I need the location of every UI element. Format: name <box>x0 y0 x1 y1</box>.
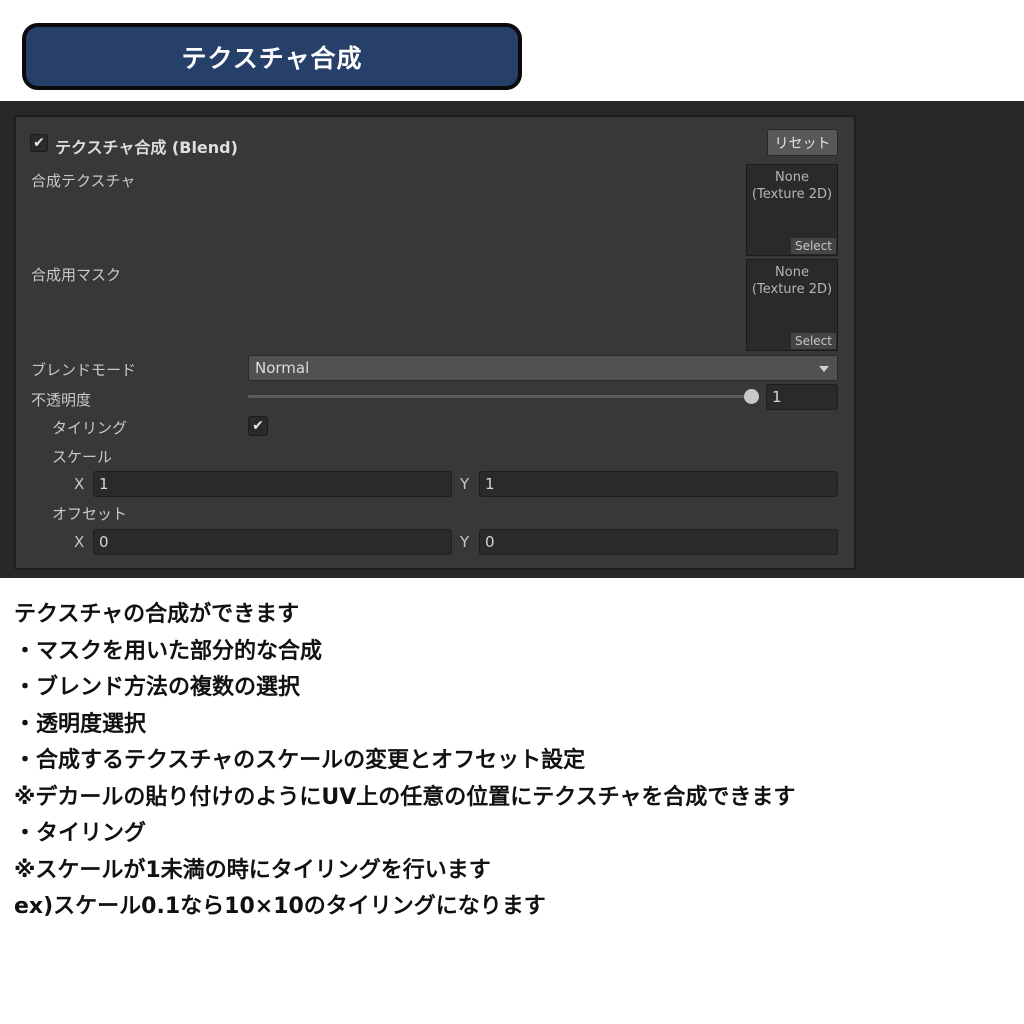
scale-x-input[interactable]: 1 <box>93 471 452 497</box>
chevron-down-icon <box>819 366 829 372</box>
description-line: ※スケールが1未満の時にタイリングを行います <box>14 857 491 883</box>
tiling-checkbox[interactable]: ✔ <box>248 416 268 436</box>
inspector-panel <box>14 115 856 570</box>
description-line: ※デカールの貼り付けのようにUV上の任意の位置にテクスチャを合成できます <box>14 784 796 810</box>
checkmark-icon: ✔ <box>252 418 264 434</box>
component-enable-checkbox[interactable]: ✔ <box>30 134 48 152</box>
component-title: テクスチャ合成 (Blend) <box>55 138 238 157</box>
reset-button[interactable]: リセット <box>767 129 838 156</box>
blend-texture-select-button[interactable]: Select <box>790 238 836 254</box>
blend-mode-value: Normal <box>255 359 310 377</box>
offset-x-label: X <box>74 533 85 551</box>
description-line: ・合成するテクスチャのスケールの変更とオフセット設定 <box>14 748 586 773</box>
description-line: ・タイリング <box>14 821 147 846</box>
blend-mode-dropdown[interactable]: Normal <box>248 355 838 381</box>
offset-y-input[interactable]: 0 <box>479 529 838 555</box>
opacity-slider-track[interactable] <box>248 395 754 398</box>
mask-texture-slot[interactable]: None (Texture 2D) Select <box>746 259 838 351</box>
page-title: テクスチャ合成 <box>181 43 363 73</box>
page: テクスチャ合成 ✔ テクスチャ合成 (Blend) リセット 合成テクスチャ N… <box>0 0 1024 1024</box>
description-line: ・ブレンド方法の複数の選択 <box>14 675 301 700</box>
reset-button-label: リセット <box>774 135 831 152</box>
scale-y-label: Y <box>460 475 470 493</box>
scale-y-input[interactable]: 1 <box>479 471 838 497</box>
mask-texture-select-button[interactable]: Select <box>790 333 836 349</box>
description-line: ・透明度選択 <box>14 711 147 737</box>
blend-texture-label: 合成テクスチャ <box>31 172 136 190</box>
mask-texture-slot-text: None (Texture 2D) <box>751 265 833 297</box>
blend-texture-slot-text: None (Texture 2D) <box>751 170 833 202</box>
blend-texture-slot[interactable]: None (Texture 2D) Select <box>746 164 838 256</box>
scale-label: スケール <box>52 448 113 466</box>
feature-description: テクスチャの合成ができます ・マスクを用いた部分的な合成 ・ブレンド方法の複数の… <box>14 597 1014 926</box>
description-line: テクスチャの合成ができます <box>14 602 300 627</box>
offset-y-label: Y <box>460 533 470 551</box>
opacity-label: 不透明度 <box>31 391 92 409</box>
description-line: ex)スケール0.1なら10×10のタイリングになります <box>14 894 546 919</box>
scale-x-label: X <box>74 475 85 493</box>
opacity-slider-thumb[interactable] <box>744 389 759 404</box>
blend-mode-label: ブレンドモード <box>31 361 137 379</box>
offset-x-input[interactable]: 0 <box>93 529 452 555</box>
mask-texture-label: 合成用マスク <box>31 266 122 284</box>
checkmark-icon: ✔ <box>33 135 45 151</box>
description-line: ・マスクを用いた部分的な合成 <box>14 638 323 664</box>
tiling-label: タイリング <box>52 419 128 437</box>
opacity-input[interactable]: 1 <box>766 384 838 410</box>
title-banner: テクスチャ合成 <box>22 23 522 90</box>
offset-label: オフセット <box>52 505 128 523</box>
